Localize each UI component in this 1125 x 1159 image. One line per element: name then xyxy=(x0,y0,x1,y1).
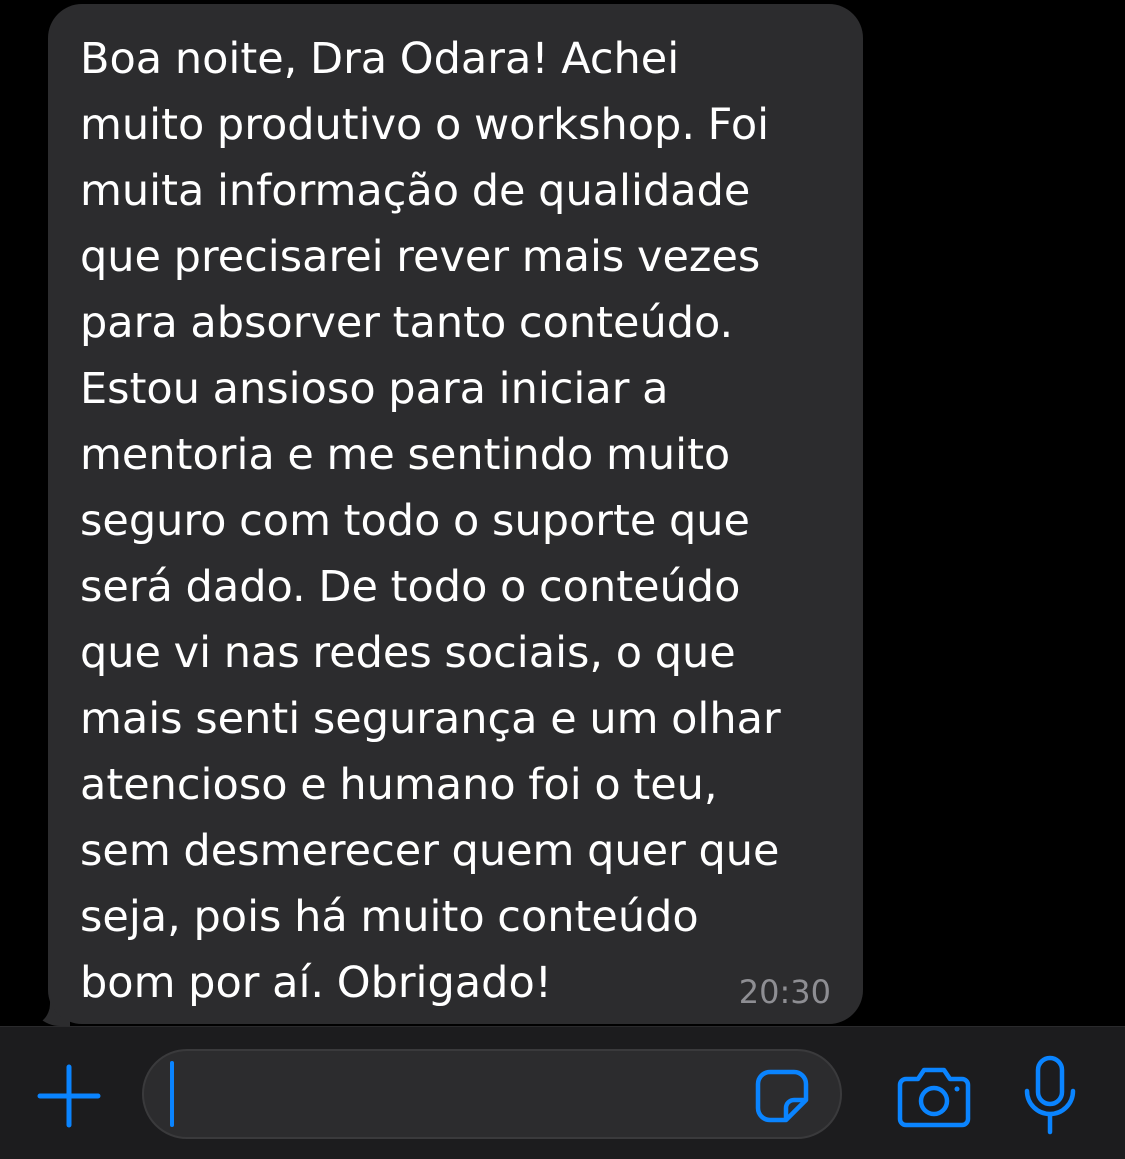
add-attachment-button[interactable] xyxy=(36,1063,102,1129)
message-input-field[interactable] xyxy=(142,1049,842,1139)
camera-button[interactable] xyxy=(896,1063,972,1129)
camera-icon xyxy=(897,1067,971,1128)
plus-icon xyxy=(37,1064,101,1128)
incoming-message-bubble[interactable]: Boa noite, Dra Odara! Achei muito produt… xyxy=(48,4,863,1024)
message-text: Boa noite, Dra Odara! Achei muito produt… xyxy=(80,34,781,1008)
sticker-button[interactable] xyxy=(754,1068,810,1124)
message-input[interactable] xyxy=(168,1061,732,1129)
message-timestamp: 20:30 xyxy=(738,973,831,1011)
microphone-button[interactable] xyxy=(1022,1055,1078,1137)
microphone-icon xyxy=(1024,1055,1076,1135)
composer-bar xyxy=(0,1026,1125,1159)
sticker-icon xyxy=(755,1069,809,1123)
chat-area[interactable]: Boa noite, Dra Odara! Achei muito produt… xyxy=(0,0,1125,1026)
